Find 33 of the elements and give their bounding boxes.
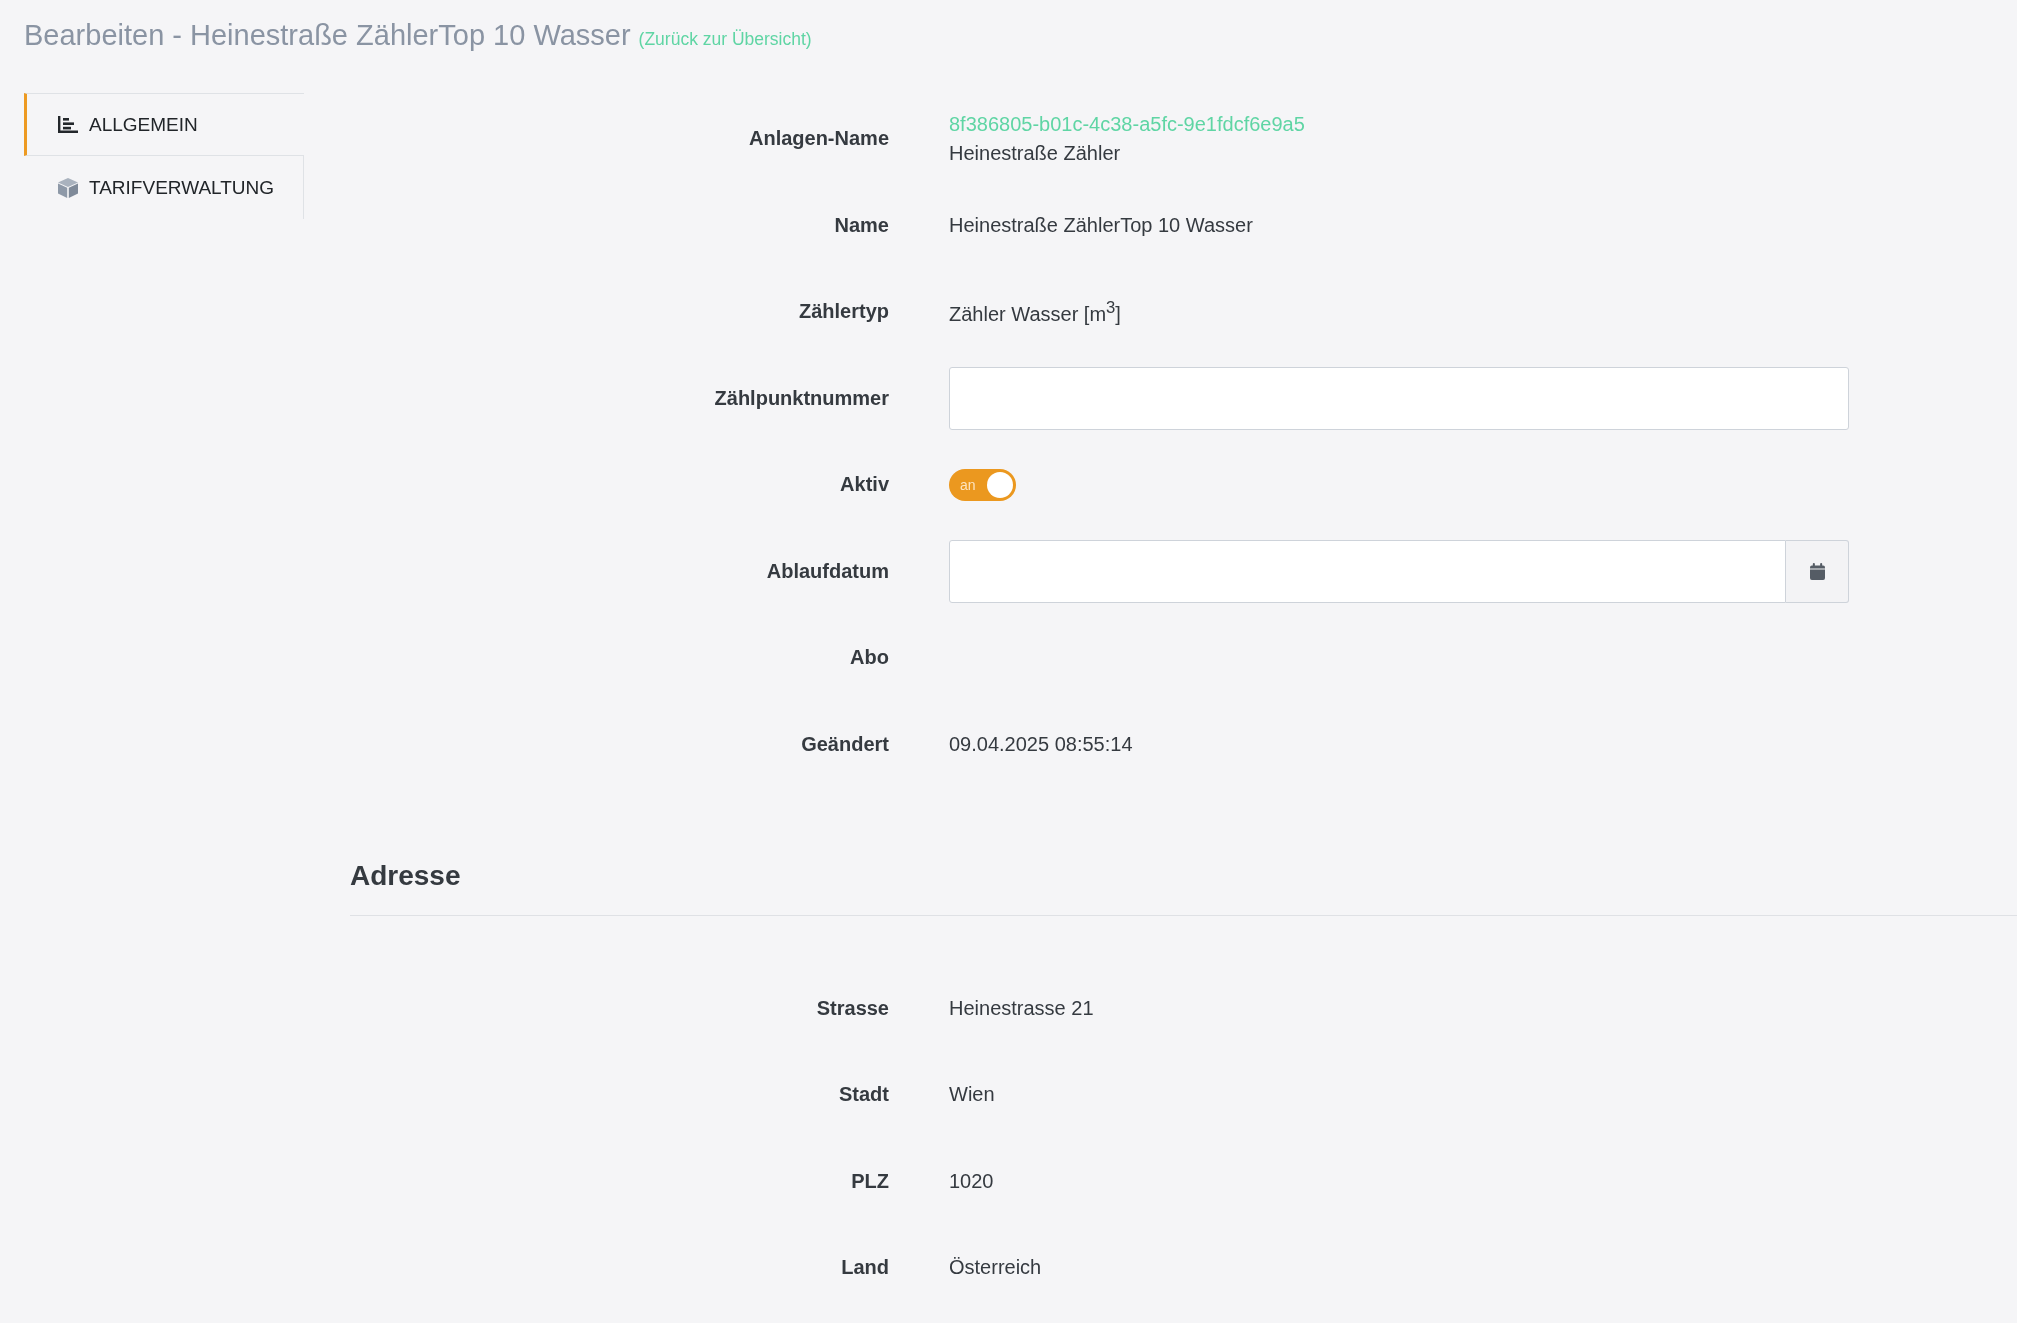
field-value: 1020	[949, 1169, 994, 1193]
field-label: Zählertyp	[798, 300, 889, 323]
field-label: Ablaufdatum	[766, 559, 889, 583]
date-input[interactable]	[949, 539, 1786, 603]
field-value: Zähler Wasser [m$^{3}$]	[949, 297, 1121, 326]
field-label: Land	[841, 1256, 889, 1279]
field-label: Anlagen-Name	[748, 127, 889, 150]
field-value: Wien	[949, 1083, 995, 1106]
field-label: Geändert	[801, 732, 889, 756]
field-label: PLZ	[851, 1169, 889, 1193]
field-value: Heinestrasse 21	[949, 996, 1094, 1020]
back-link[interactable]: (Zurück zur Übersicht)	[638, 20, 812, 58]
id-link[interactable]: 8f386805-b01c-4c38-a5fc-9e1fdcf6e9a5	[949, 112, 1305, 136]
field-value: 09.04.2025 08:55:14	[949, 732, 1133, 756]
field-label: Strasse	[816, 996, 889, 1020]
field-value: Österreich	[949, 1256, 1042, 1279]
field-label: Name	[834, 213, 889, 237]
section-heading: Adresse	[350, 858, 461, 893]
sidebar-tab[interactable]: TARIFVERWALTUNG	[24, 156, 303, 219]
field-label: Stadt	[839, 1083, 889, 1106]
sidebar-tab[interactable]: ALLGEMEIN	[24, 93, 304, 156]
field-label: Zählpunktnummer	[714, 386, 889, 410]
bar-chart-icon	[58, 116, 78, 133]
calendar-icon	[1809, 562, 1825, 580]
text-input[interactable]	[949, 366, 1849, 430]
toggle-switch[interactable]: an	[949, 468, 1016, 501]
field-label: Abo	[850, 646, 889, 669]
field-value: Heinestraße Zähler	[949, 141, 1121, 165]
cube-icon	[58, 177, 78, 198]
field-value: Heinestraße ZählerTop 10 Wasser	[949, 213, 1253, 237]
field-label: Aktiv	[840, 473, 889, 496]
page-title: Bearbeiten - Heinestraße ZählerTop 10 Wasser	[24, 18, 631, 53]
calendar-button[interactable]	[1786, 539, 1849, 603]
